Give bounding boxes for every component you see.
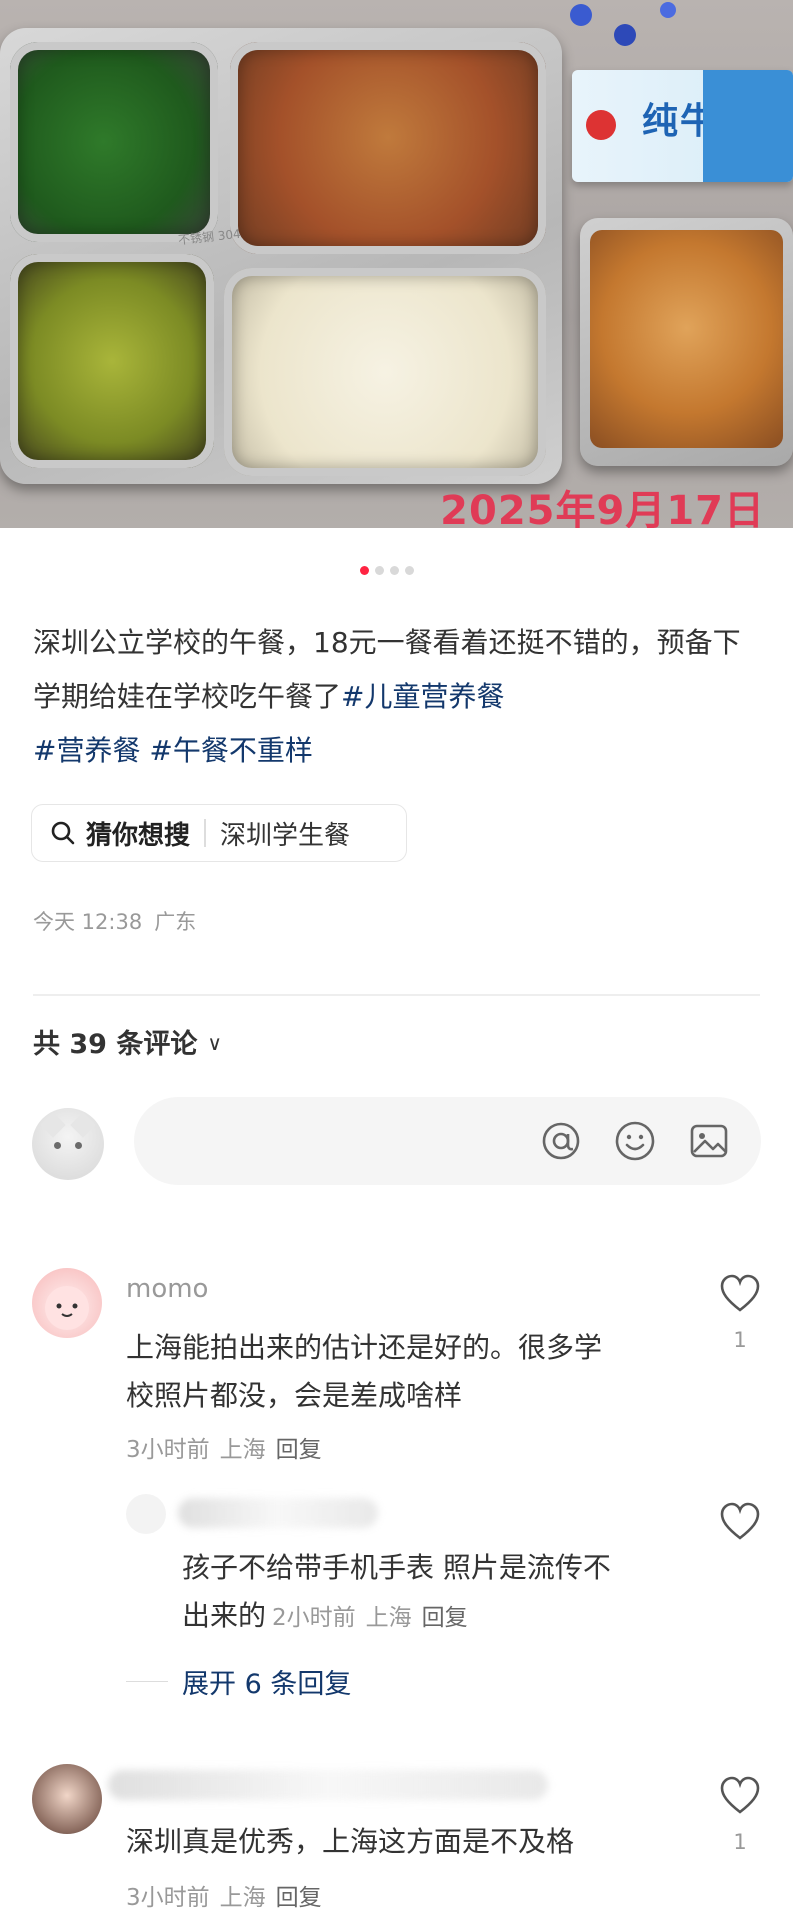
heart-icon[interactable] [719, 1274, 761, 1314]
food-tray: 不锈钢 304 [0, 28, 562, 484]
brand-logo [586, 110, 616, 140]
reply-button[interactable]: 回复 [422, 1605, 468, 1631]
comments-count-dropdown[interactable]: 共 39 条评论 ∨ [33, 1022, 222, 1061]
carousel-dot [405, 566, 414, 575]
comment-text: 深圳真是优秀，上海这方面是不及格 [126, 1825, 575, 1858]
avatar[interactable] [32, 1268, 102, 1338]
comment-time: 3小时前 [126, 1437, 210, 1463]
carousel-dot [375, 566, 384, 575]
post-body: 深圳公立学校的午餐，18元一餐看着还挺不错的，预备下学期给娃在学校吃午餐了#儿童… [33, 616, 763, 778]
comment-text: 上海能拍出来的估计还是好的。很多学 校照片都没，会是差成啥样 [126, 1331, 603, 1412]
hashtag[interactable]: #午餐不重样 [149, 734, 312, 767]
heart-icon[interactable] [719, 1776, 761, 1816]
comment-location: 上海 [219, 1885, 266, 1911]
comments-count: 共 39 条评论 [33, 1029, 198, 1060]
like-count: 1 [733, 1328, 747, 1352]
side-dish-box [580, 218, 793, 466]
at-icon[interactable] [538, 1118, 584, 1164]
hashtag[interactable]: #营养餐 [33, 734, 140, 767]
post-meta: 今天 12:38 广东 [33, 906, 196, 936]
cartoon-face-icon [45, 1286, 89, 1330]
blurred-username [108, 1770, 548, 1800]
carousel-dot [390, 566, 399, 575]
vegetable-compartment [10, 254, 214, 468]
comment-input[interactable] [134, 1097, 761, 1185]
date-stamp: 2025年9月17日 [440, 488, 765, 528]
rice-compartment [224, 268, 546, 476]
expand-replies-button[interactable]: 展开 6 条回复 [126, 1662, 351, 1701]
comment-time: 2小时前 [272, 1605, 356, 1631]
avatar[interactable] [32, 1764, 102, 1834]
emoji-icon[interactable] [612, 1118, 658, 1164]
my-avatar [32, 1108, 104, 1180]
reply-button[interactable]: 回复 [276, 1885, 322, 1911]
avatar[interactable] [126, 1494, 166, 1534]
post-photo[interactable]: 不锈钢 304 纯牛奶 2025年9月17日 [0, 0, 793, 528]
comment-meta: 2小时前 上海 回复 [272, 1605, 468, 1631]
comment-location: 上海 [365, 1605, 412, 1631]
greens-compartment [10, 42, 218, 242]
post-location: 广东 [154, 910, 197, 934]
comment-meta: 3小时前 上海 回复 [126, 1430, 322, 1464]
search-suggest-value: 深圳学生餐 [220, 820, 351, 851]
blurred-username [178, 1498, 378, 1528]
chevron-down-icon: ∨ [207, 1031, 223, 1055]
chicken-compartment [230, 42, 546, 254]
search-suggestion-chip[interactable]: 猜你想搜 深圳学生餐 [31, 804, 407, 862]
carousel-dot-active [360, 566, 369, 575]
search-suggest-label: 猜你想搜 [86, 820, 191, 851]
milk-carton: 纯牛奶 [572, 70, 793, 182]
hashtag[interactable]: #儿童营养餐 [341, 680, 504, 713]
reply-button[interactable]: 回复 [276, 1437, 322, 1463]
image-icon[interactable] [686, 1118, 732, 1164]
carousel-indicator [360, 566, 414, 575]
comment-text: 孩子不给带手机手表 照片是流传不 出来的 2小时前 上海 回复 [182, 1551, 611, 1632]
flower-decoration [560, 0, 720, 60]
like-count: 1 [733, 1830, 747, 1854]
heart-icon[interactable] [719, 1502, 761, 1542]
comment-time: 3小时前 [126, 1885, 210, 1911]
comment-meta: 3小时前 上海 回复 [126, 1878, 322, 1912]
comment-location: 上海 [219, 1437, 266, 1463]
search-icon [51, 821, 75, 845]
post-time: 今天 12:38 [33, 910, 143, 934]
expand-replies-label: 展开 6 条回复 [182, 1669, 352, 1700]
divider [33, 994, 760, 996]
comment-author[interactable]: momo [126, 1274, 208, 1304]
